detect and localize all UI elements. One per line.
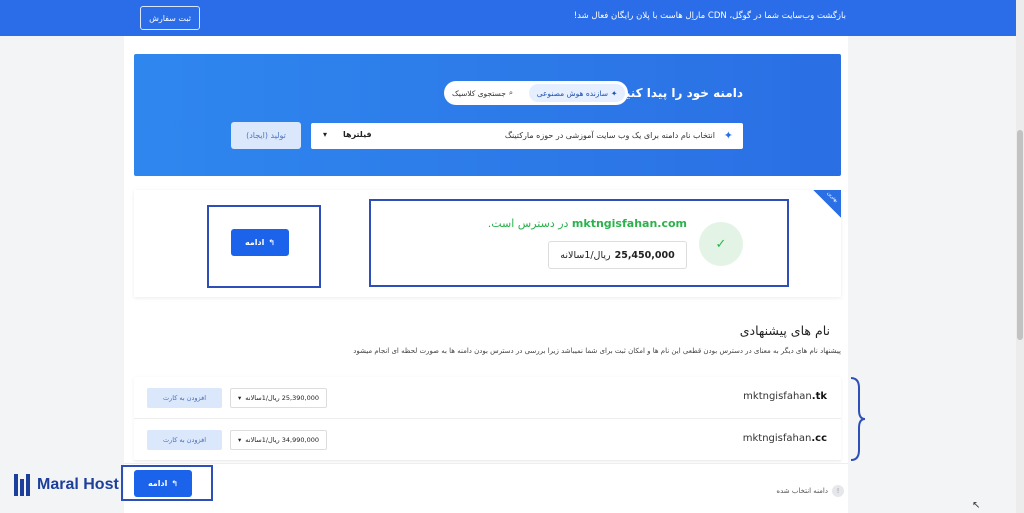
- ai-mode-tab[interactable]: ✦ سازنده هوش مصنوعی: [529, 84, 625, 102]
- domain-search-input[interactable]: ✦ انتخاب نام دامنه برای یک وب سایت آموزش…: [311, 123, 743, 149]
- logo-mark-icon: [14, 474, 34, 496]
- price-text: 34,990,000 ریال/1سالانه: [245, 436, 319, 444]
- generate-button[interactable]: تولید (ایجاد): [231, 122, 301, 149]
- domain-search-panel: دامنه خود را پیدا کنید: ✦ سازنده هوش مصن…: [134, 54, 841, 176]
- suggestions-list: mktngisfahan.tk 25,390,000 ریال/1سالانه …: [134, 377, 841, 461]
- price-select[interactable]: 34,990,000 ریال/1سالانه ▾: [230, 430, 327, 450]
- suggested-domain: mktngisfahan.cc: [743, 433, 827, 444]
- scrollbar[interactable]: [1016, 0, 1024, 513]
- chevron-down-icon: ▾: [238, 394, 242, 402]
- footer-continue-button[interactable]: ↰ ادامه: [134, 470, 192, 497]
- order-button[interactable]: ثبت سفارش: [140, 6, 200, 30]
- sparkle-icon: ✦: [723, 129, 733, 142]
- list-item: mktngisfahan.tk 25,390,000 ریال/1سالانه …: [134, 377, 841, 419]
- logo-text: Maral Host: [37, 476, 119, 493]
- domain-base: mktngisfahan: [742, 433, 812, 444]
- sparkle-icon: ✦: [611, 88, 618, 98]
- suggestions-description: پیشنهاد نام های دیگر به معنای در دسترس ب…: [353, 347, 841, 355]
- classic-mode-tab[interactable]: ⌕ جستجوی کلاسیک: [452, 84, 513, 102]
- selected-domain-label: دامنه انتخاب شده: [776, 487, 828, 495]
- highlight-box-continue: [207, 205, 321, 288]
- continue-label: ادامه: [147, 479, 168, 488]
- list-item: mktngisfahan.cc 34,990,000 ریال/1سالانه …: [134, 419, 841, 461]
- filters-label: فیلترها: [343, 130, 372, 139]
- banner-message: بازگشت وب‌سایت شما در گوگل، CDN ماراِل ه…: [573, 11, 846, 21]
- top-banner: بازگشت وب‌سایت شما در گوگل، CDN ماراِل ه…: [0, 0, 1016, 36]
- add-to-cart-button[interactable]: افزودن به کارت: [147, 430, 222, 450]
- domain-tld: .tk: [811, 391, 827, 402]
- search-icon: ⌕: [508, 88, 514, 97]
- domain-tld: .cc: [811, 433, 827, 444]
- price-text: 25,390,000 ریال/1سالانه: [245, 394, 319, 402]
- search-mode-toggle: ✦ سازنده هوش مصنوعی ⌕ جستجوی کلاسیک: [444, 81, 628, 105]
- maral-host-logo: Maral Host: [14, 474, 119, 496]
- info-icon: !: [832, 485, 844, 497]
- chevron-down-icon: ▾: [323, 130, 328, 139]
- classic-mode-label: جستجوی کلاسیک: [452, 88, 506, 98]
- curly-brace-annotation: [850, 377, 866, 461]
- suggested-domain: mktngisfahan.tk: [743, 391, 827, 402]
- mouse-cursor-icon: ↖: [972, 500, 981, 511]
- scrollbar-thumb[interactable]: [1017, 130, 1023, 340]
- price-select[interactable]: 25,390,000 ریال/1سالانه ▾: [230, 388, 327, 408]
- selected-domain-status: ! دامنه انتخاب شده: [776, 485, 844, 497]
- filters-dropdown[interactable]: ▾ فیلترها: [323, 130, 372, 139]
- reply-arrow-icon: ↰: [171, 479, 179, 488]
- add-to-cart-button[interactable]: افزودن به کارت: [147, 388, 222, 408]
- highlight-box-domain: [369, 199, 789, 287]
- best-ribbon: بهترین: [813, 190, 841, 218]
- bottom-action-bar: [124, 463, 848, 508]
- domain-base: mktngisfahan: [743, 391, 812, 402]
- suggestions-title: نام های پیشنهادی: [739, 323, 830, 338]
- search-input-value[interactable]: انتخاب نام دامنه برای یک وب سایت آموزشی …: [505, 131, 715, 140]
- chevron-down-icon: ▾: [238, 436, 242, 444]
- search-title: دامنه خود را پیدا کنید:: [614, 86, 743, 100]
- ai-mode-label: سازنده هوش مصنوعی: [536, 88, 608, 98]
- ribbon-label: بهترین: [825, 190, 840, 204]
